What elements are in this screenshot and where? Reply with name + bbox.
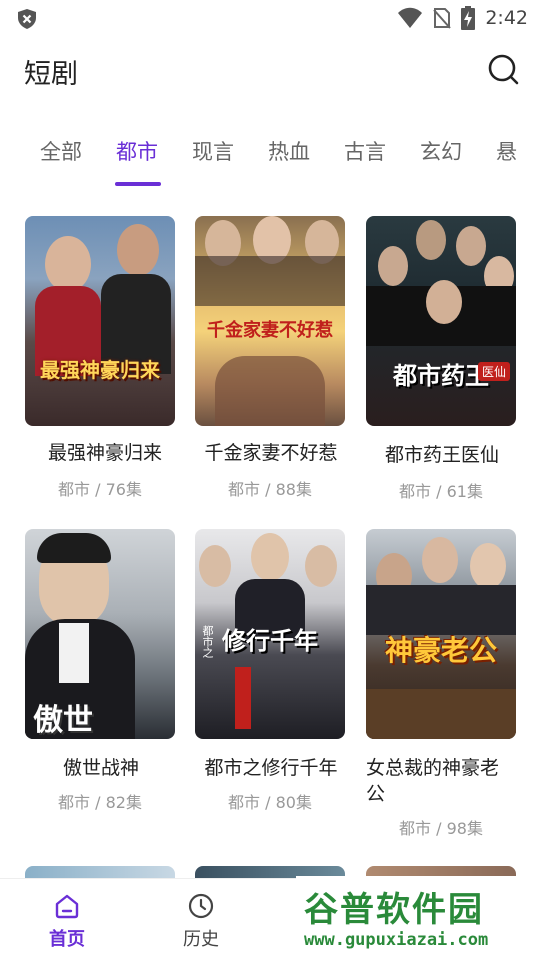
poster-badge: 医仙 <box>477 362 510 381</box>
drama-title[interactable]: 都市药王医仙 <box>362 442 522 468</box>
poster-title-text: 修行千年 <box>222 627 318 655</box>
drama-card[interactable]: 神豪老公 女总裁的神豪老公 都市 / 98集 <box>366 529 518 839</box>
poster-title-text: 神豪老公 <box>384 634 497 667</box>
nav-history[interactable]: 历史 <box>161 891 241 951</box>
tab-ancient-romance[interactable]: 古言 <box>344 136 386 166</box>
drama-title[interactable]: 千金家妻不好惹 <box>191 440 351 466</box>
search-icon[interactable] <box>486 52 520 86</box>
drama-meta: 都市 / 82集 <box>58 793 142 812</box>
nav-history-label: 历史 <box>183 929 219 950</box>
drama-title[interactable]: 傲世战神 <box>21 755 181 781</box>
clock-icon <box>188 893 214 919</box>
app-header: 短剧 <box>0 44 540 96</box>
drama-card[interactable]: 傲世 傲世战神 都市 / 82集 <box>25 529 177 812</box>
tab-urban[interactable]: 都市 <box>116 136 158 166</box>
drama-meta: 都市 / 88集 <box>228 480 312 499</box>
watermark: 谷普软件园 www.gupuxiazai.com <box>296 876 540 960</box>
nav-home[interactable]: 首页 <box>27 891 107 951</box>
tab-all[interactable]: 全部 <box>40 136 82 166</box>
poster-title-text: 最强神豪归来 <box>40 358 160 382</box>
drama-poster[interactable]: 傲世 <box>25 529 175 739</box>
status-bar: 2:42 <box>0 0 540 36</box>
tab-modern-romance[interactable]: 现言 <box>192 136 234 166</box>
drama-meta: 都市 / 61集 <box>399 482 483 501</box>
nav-home-label: 首页 <box>49 929 85 950</box>
drama-poster[interactable]: 千金家妻不好惹 <box>195 216 345 426</box>
tab-action[interactable]: 热血 <box>268 136 310 166</box>
drama-title[interactable]: 都市之修行千年 <box>191 755 351 781</box>
drama-poster[interactable]: 都市之 修行千年 <box>195 529 345 739</box>
shield-icon <box>18 9 36 29</box>
no-sim-icon <box>433 8 452 29</box>
drama-meta: 都市 / 76集 <box>58 480 142 499</box>
poster-title-text: 傲世 <box>33 703 93 738</box>
drama-poster[interactable]: 最强神豪归来 <box>25 216 175 426</box>
tab-fantasy[interactable]: 玄幻 <box>420 136 462 166</box>
drama-meta: 都市 / 80集 <box>228 793 312 812</box>
battery-charging-icon <box>461 6 476 30</box>
drama-card[interactable]: 千金家妻不好惹 千金家妻不好惹 都市 / 88集 <box>195 216 347 499</box>
drama-card[interactable]: 最强神豪归来 最强神豪归来 都市 / 76集 <box>25 216 177 499</box>
drama-title[interactable]: 最强神豪归来 <box>25 440 185 466</box>
drama-card[interactable]: 都市之 修行千年 都市之修行千年 都市 / 80集 <box>195 529 347 812</box>
page-title: 短剧 <box>24 59 78 90</box>
poster-title-text: 千金家妻不好惹 <box>207 320 333 341</box>
drama-title[interactable]: 女总裁的神豪老公 <box>366 755 516 807</box>
status-time: 2:42 <box>485 7 528 29</box>
wifi-icon <box>398 7 423 28</box>
watermark-text: 谷普软件园 <box>304 890 484 930</box>
drama-meta: 都市 / 98集 <box>399 819 483 838</box>
active-tab-indicator <box>115 182 161 186</box>
tab-suspense[interactable]: 悬 <box>496 136 517 166</box>
drama-card[interactable]: 都市药王 医仙 都市药王医仙 都市 / 61集 <box>366 216 518 501</box>
home-icon <box>55 894 79 919</box>
category-tabs: 全部 都市 现言 热血 古言 玄幻 悬 <box>0 130 540 190</box>
drama-poster[interactable]: 神豪老公 <box>366 529 516 739</box>
drama-poster[interactable]: 都市药王 医仙 <box>366 216 516 426</box>
watermark-url: www.gupuxiazai.com <box>304 930 489 950</box>
